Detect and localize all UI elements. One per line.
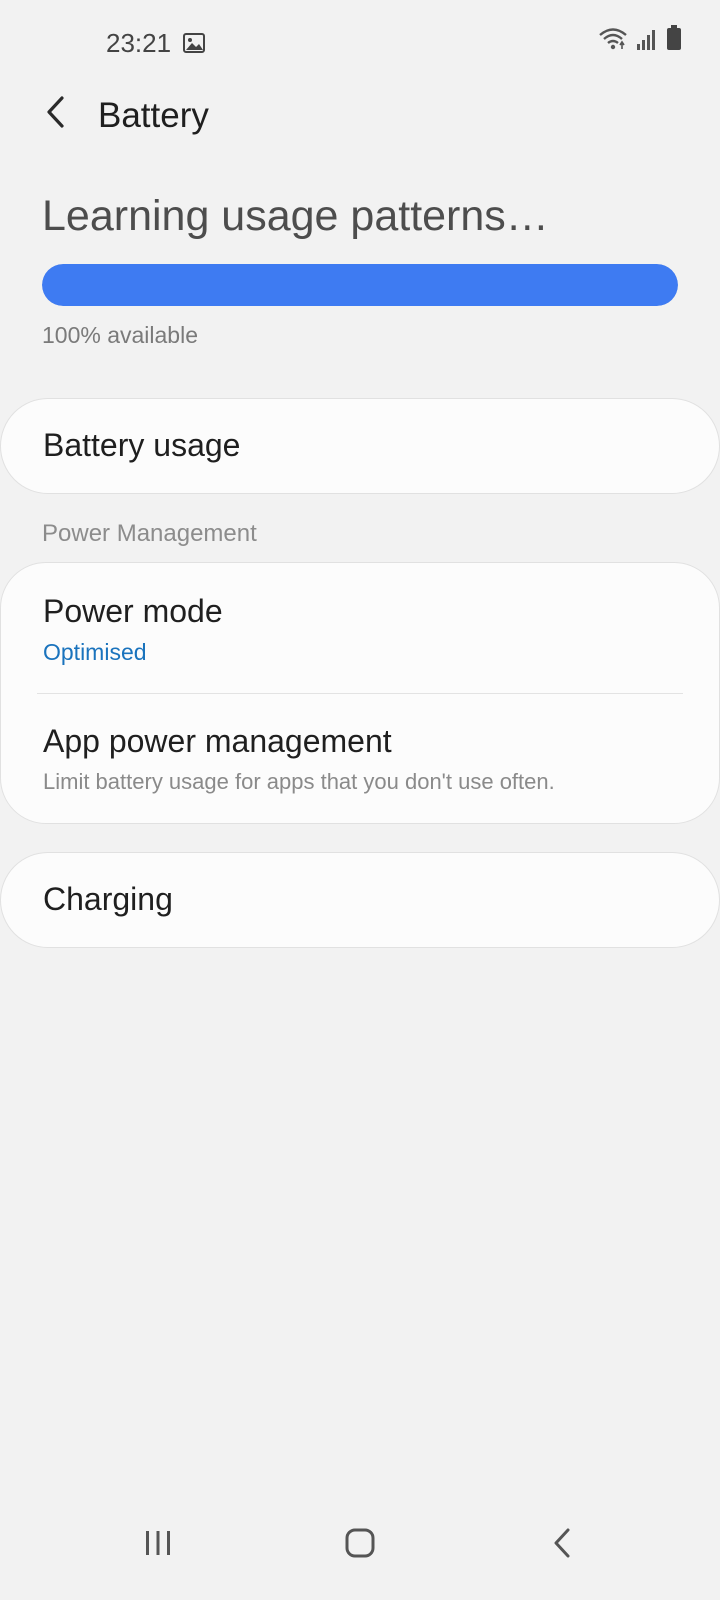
power-mode-value: Optimised xyxy=(43,639,147,665)
battery-available-text: 100% available xyxy=(42,322,199,348)
battery-level-fill xyxy=(42,264,678,306)
status-bar: 23:21 xyxy=(0,0,720,88)
battery-usage-item[interactable]: Battery usage xyxy=(0,398,720,494)
app-power-management-title: App power management xyxy=(43,723,392,759)
app-power-management-description: Limit battery usage for apps that you do… xyxy=(43,769,555,794)
recents-button[interactable] xyxy=(128,1520,188,1570)
battery-level-bar xyxy=(42,264,678,306)
chevron-left-icon xyxy=(44,95,68,134)
home-icon xyxy=(344,1527,376,1564)
navigation-bar xyxy=(0,1490,720,1600)
app-header: Battery xyxy=(0,88,720,148)
battery-usage-label: Battery usage xyxy=(43,427,241,463)
page-title: Battery xyxy=(98,96,209,135)
home-button[interactable] xyxy=(330,1520,390,1570)
charging-label: Charging xyxy=(43,881,173,917)
back-icon xyxy=(551,1527,573,1564)
status-time: 23:21 xyxy=(106,28,172,58)
power-mode-title: Power mode xyxy=(43,593,223,629)
status-icons xyxy=(598,25,682,56)
signal-icon xyxy=(636,27,658,56)
power-management-card: Power mode Optimised App power managemen… xyxy=(0,562,720,824)
section-header-power-management: Power Management xyxy=(42,520,257,547)
power-mode-item[interactable]: Power mode Optimised xyxy=(1,563,719,693)
battery-icon xyxy=(666,25,682,56)
app-power-management-item[interactable]: App power management Limit battery usage… xyxy=(1,693,719,823)
charging-item[interactable]: Charging xyxy=(0,852,720,948)
recents-icon xyxy=(143,1529,173,1562)
wifi-icon xyxy=(598,27,628,56)
gallery-icon xyxy=(183,33,205,53)
nav-back-button[interactable] xyxy=(532,1520,592,1570)
usage-status-title: Learning usage patterns… xyxy=(42,192,549,240)
back-button[interactable] xyxy=(36,92,76,136)
